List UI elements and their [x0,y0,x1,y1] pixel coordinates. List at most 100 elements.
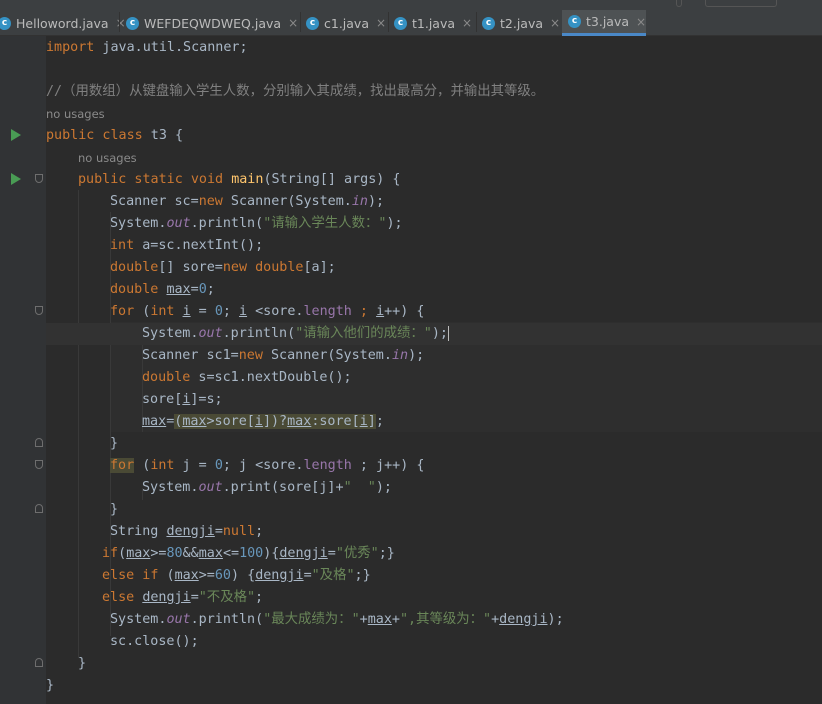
code-line: else dengji="不及格"; [102,587,263,609]
code-token: 0 [214,304,223,319]
code-line: System.out.println("请输入学生人数："); [110,213,403,235]
code-token: = [190,282,199,297]
code-token: = [190,590,199,605]
code-token: 0 [214,458,223,473]
fold-icon[interactable] [35,658,43,667]
code-token: out [166,612,191,627]
code-token: i [182,304,191,319]
code-line: sc.close(); [110,631,199,653]
code-token: ( [134,304,151,319]
tab-t3[interactable]: c t3.java × [562,10,646,36]
close-icon[interactable]: × [376,16,386,30]
code-token: dengji [279,546,328,561]
code-line: System.out.println("最大成绩为："+max+",其等级为："… [110,609,564,631]
code-line: import java.util.Scanner; [46,37,248,59]
usages-hint[interactable]: no usages [46,107,105,121]
redundant-parens-warning[interactable]: (max>sore[i])?max:sore[i] [174,414,376,429]
close-icon[interactable]: × [288,16,298,30]
fold-icon[interactable] [35,306,43,315]
tab-wefdeqwdweq[interactable]: c WEFDEQWDWEQ.java × [126,10,298,36]
code-token: >= [150,546,167,561]
code-token: + [491,612,500,627]
editor-gutter [0,36,46,704]
code-token: ); [547,612,564,627]
code-token: System. [110,216,167,231]
code-token: >= [198,568,215,583]
tab-c1[interactable]: c c1.java × [306,10,386,36]
code-token: t3 { [142,128,184,143]
run-class-icon[interactable] [11,129,21,141]
code-token: out [166,216,191,231]
tab-helloword[interactable]: c Helloword.java × [0,10,126,36]
code-line: double max=0; [110,279,215,301]
code-token: 0 [198,282,207,297]
code-comment: //（用数组）从键盘输入学生人数，分别输入其成绩，找出最高分，并输出其等级。 [46,84,545,99]
code-token: max [174,568,199,583]
usages-hint[interactable]: no usages [78,151,137,165]
code-line: System.out.print(sore[j]+" "); [142,477,392,499]
code-token: [] sore= [158,260,223,275]
code-token[interactable]: for [110,458,135,473]
tab-label: Helloword.java [16,15,109,31]
code-token: + [359,612,368,627]
code-token: ( [158,568,175,583]
code-token: System. [142,480,199,495]
code-token: max [198,546,223,561]
gutter-row [0,168,46,190]
code-string: "请输入学生人数：" [263,216,387,231]
close-icon[interactable]: × [636,15,646,29]
code-token: new [222,260,248,275]
code-line: public static void main(String[] args) { [78,169,401,191]
toolbar-button[interactable] [705,0,777,7]
code-token: i [254,414,263,429]
fold-icon[interactable] [35,504,43,513]
code-line: no usages [46,103,105,125]
fold-icon[interactable] [35,438,43,447]
code-token: ); [368,194,385,209]
code-line: if(max>=80&&max<=100){dengji="优秀";} [102,543,395,565]
code-token: ); [408,348,425,363]
code-token: dengji [499,612,548,627]
tab-separator [119,12,120,32]
code-token: = [190,304,215,319]
tab-t1[interactable]: c t1.java × [394,10,474,36]
code-token: <sore. [247,304,304,319]
close-icon[interactable]: × [462,16,472,30]
gutter-row [0,652,46,674]
code-token: ); [431,326,448,341]
code-token: ]=s; [190,392,223,407]
code-token: <= [222,546,240,561]
code-line: no usages [78,147,137,169]
code-token: import [46,40,95,55]
code-editor[interactable]: import java.util.Scanner; //（用数组）从键盘输入学生… [46,36,822,704]
code-line: public class t3 { [46,125,183,147]
code-token: ); [375,480,392,495]
code-token: dengji [255,568,304,583]
code-token: j = [174,458,215,473]
code-line: sore[i]=s; [142,389,223,411]
fold-icon[interactable] [35,460,43,469]
gutter-row [0,498,46,520]
code-token: .println( [222,326,296,341]
code-token: ; [222,304,239,319]
fold-icon[interactable] [35,174,43,183]
close-icon[interactable]: × [550,16,560,30]
code-token: 80 [166,546,183,561]
code-token: Scanner sc= [110,194,199,209]
close-icon[interactable]: × [116,16,126,30]
code-token: if [102,546,119,561]
tab-t2[interactable]: c t2.java × [482,10,562,36]
code-line: for (int j = 0; j <sore.length ; j++) { [110,455,424,477]
code-line: int a=sc.nextInt(); [110,235,263,257]
code-token: public static void [78,172,224,187]
tab-separator [388,12,389,32]
code-token: new [198,194,223,209]
code-token: max [126,546,151,561]
code-token: = [214,524,223,539]
code-token: i [239,304,248,319]
code-token: null [222,524,256,539]
code-token: double [247,260,304,275]
code-line: Scanner sc=new Scanner(System.in); [110,191,384,213]
run-main-icon[interactable] [11,173,21,185]
code-line: else if (max>=60) {dengji="及格";} [102,565,371,587]
